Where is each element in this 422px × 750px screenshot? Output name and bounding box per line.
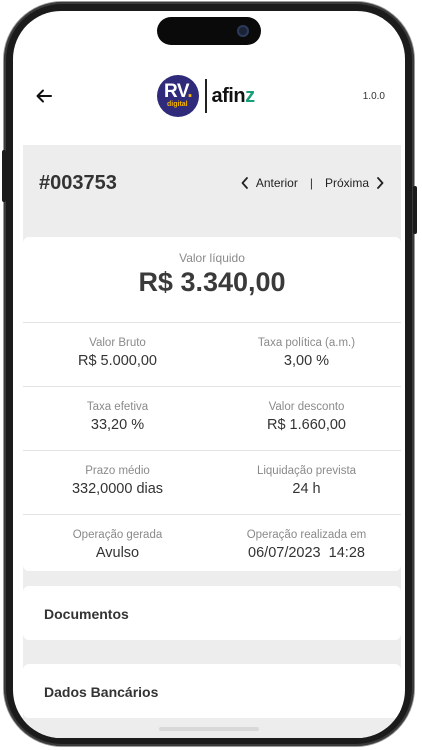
next-operation-button[interactable]: Próxima xyxy=(325,176,385,190)
summary-cell-operation-type: Operação gerada Avulso xyxy=(23,529,212,561)
documents-section[interactable]: Documentos xyxy=(23,586,401,640)
cell-label: Taxa política (a.m.) xyxy=(257,337,356,349)
chevron-left-icon xyxy=(241,177,248,189)
bank-data-title: Dados Bancários xyxy=(44,684,159,700)
bank-data-section[interactable]: Dados Bancários xyxy=(23,664,401,718)
divider xyxy=(23,386,401,387)
camera-icon xyxy=(237,25,249,37)
cell-label: Prazo médio xyxy=(85,465,150,477)
net-value-amount: R$ 3.340,00 xyxy=(138,267,286,297)
logo-divider xyxy=(205,79,207,113)
divider xyxy=(23,322,401,323)
afinz-logo: afinz xyxy=(211,84,256,108)
brand-logo: RV. digital afinz xyxy=(157,75,255,117)
logo-rv-dot: . xyxy=(187,81,193,102)
logo-afinz-z: z xyxy=(245,84,255,107)
phone-screen: RV. digital afinz 1.0.0 #003753 Anterior… xyxy=(13,11,405,738)
summary-cell-policy-rate: Taxa política (a.m.) 3,00 % xyxy=(212,337,401,369)
summary-cell-gross-value: Valor Bruto R$ 5.000,00 xyxy=(23,337,212,369)
dynamic-island xyxy=(157,17,261,45)
cell-label: Valor Bruto xyxy=(89,337,146,349)
logo-digital-text: digital xyxy=(167,101,188,108)
divider xyxy=(23,450,401,451)
app-header: RV. digital afinz 1.0.0 xyxy=(13,73,405,119)
summary-cell-effective-rate: Taxa efetiva 33,20 % xyxy=(23,401,212,433)
cell-value: 3,00 % xyxy=(283,353,330,369)
summary-cell-operation-date: Operação realizada em 06/07/2023 14:28 xyxy=(212,529,401,561)
cell-value: 06/07/2023 14:28 xyxy=(248,545,365,561)
logo-rv-text: RV xyxy=(164,81,188,102)
chevron-right-icon xyxy=(377,177,384,189)
summary-cell-expected-settlement: Liquidação prevista 24 h xyxy=(212,465,401,497)
cell-label: Operação gerada xyxy=(72,529,163,541)
nav-separator: | xyxy=(309,176,313,190)
summary-cell-discount-value: Valor desconto R$ 1.660,00 xyxy=(212,401,401,433)
cell-label: Valor desconto xyxy=(268,401,345,413)
next-label: Próxima xyxy=(324,176,369,190)
cell-label: Operação realizada em xyxy=(246,529,367,541)
cell-label: Taxa efetiva xyxy=(86,401,149,413)
cell-value: 24 h xyxy=(292,481,321,497)
arrow-left-icon xyxy=(36,89,52,103)
cell-label: Liquidação prevista xyxy=(256,465,357,477)
cell-value: 33,20 % xyxy=(90,417,145,433)
operation-bar: #003753 Anterior | Próxima xyxy=(23,145,401,237)
cell-value: 332,0000 dias xyxy=(71,481,164,497)
app-version: 1.0.0 xyxy=(362,91,385,102)
operation-navigation: Anterior | Próxima xyxy=(240,176,385,190)
previous-operation-button[interactable]: Anterior xyxy=(240,176,298,190)
home-indicator xyxy=(159,727,259,731)
previous-label: Anterior xyxy=(255,176,298,190)
cell-value: Avulso xyxy=(95,545,140,561)
back-button[interactable] xyxy=(33,85,55,107)
documents-title: Documentos xyxy=(44,606,129,622)
operation-summary-card: Valor líquido R$ 3.340,00 Valor Bruto R$… xyxy=(23,237,401,571)
rv-digital-logo: RV. digital xyxy=(157,75,199,117)
net-value-label: Valor líquido xyxy=(179,251,245,265)
logo-afinz-text: afin xyxy=(211,84,246,107)
cell-value: R$ 5.000,00 xyxy=(77,353,157,369)
side-button-right xyxy=(413,186,417,234)
summary-cell-average-term: Prazo médio 332,0000 dias xyxy=(23,465,212,497)
operation-number: #003753 xyxy=(39,172,117,194)
side-button-left xyxy=(2,150,6,202)
cell-value: R$ 1.660,00 xyxy=(266,417,346,433)
divider xyxy=(23,514,401,515)
